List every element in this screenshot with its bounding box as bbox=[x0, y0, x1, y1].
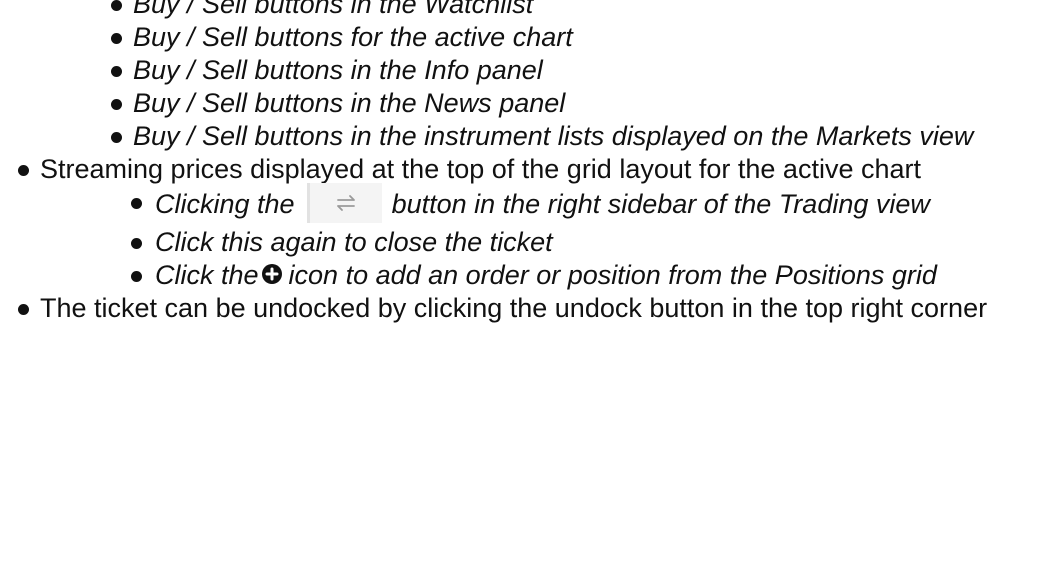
list-item-streaming: Streaming prices displayed at the top of… bbox=[18, 153, 1038, 186]
list-item-text-before: Click the bbox=[155, 260, 259, 290]
list-item-text-after: button in the right sidebar of the Tradi… bbox=[391, 189, 930, 220]
list-item: Click this again to close the ticket bbox=[131, 226, 1038, 259]
list-item-text-before: Clicking the bbox=[155, 189, 295, 220]
list-item-text: Buy / Sell buttons in the instrument lis… bbox=[133, 121, 974, 151]
swap-arrows-button[interactable] bbox=[306, 183, 382, 223]
list-item-text: The ticket can be undocked by clicking t… bbox=[40, 293, 988, 323]
list-item: Buy / Sell buttons in the instrument lis… bbox=[111, 120, 1038, 153]
list-item-text-after: icon to add an order or position from th… bbox=[288, 260, 937, 290]
list-item: Buy / Sell buttons in the Watchlist bbox=[111, 0, 1038, 21]
main-list-undock: The ticket can be undocked by clicking t… bbox=[0, 292, 1038, 325]
list-item: Click the icon to add an order or positio… bbox=[131, 259, 1038, 292]
list-item-text: Buy / Sell buttons in the Watchlist bbox=[133, 0, 534, 19]
list-item-text: Click this again to close the ticket bbox=[155, 227, 553, 257]
main-list-streaming: Streaming prices displayed at the top of… bbox=[0, 153, 1038, 186]
swap-arrows-icon bbox=[336, 195, 355, 211]
document-body: Buy / Sell buttons in the Watchlist Buy … bbox=[0, 0, 1038, 325]
list-item: Buy / Sell buttons in the News panel bbox=[111, 87, 1038, 120]
sub-list-ticket: Clicking the button in the right sidebar … bbox=[0, 183, 1038, 292]
list-item-undock: The ticket can be undocked by clicking t… bbox=[18, 292, 1038, 325]
list-item: Buy / Sell buttons for the active chart bbox=[111, 21, 1038, 54]
plus-circle-icon[interactable] bbox=[261, 263, 283, 285]
list-item-text: Buy / Sell buttons in the Info panel bbox=[133, 55, 543, 85]
sub-list-buy-sell: Buy / Sell buttons in the Watchlist Buy … bbox=[0, 0, 1038, 153]
list-item-text: Streaming prices displayed at the top of… bbox=[40, 154, 921, 184]
list-item-text: Buy / Sell buttons in the News panel bbox=[133, 88, 566, 118]
list-item: Buy / Sell buttons in the Info panel bbox=[111, 54, 1038, 87]
list-item-text: Buy / Sell buttons for the active chart bbox=[133, 22, 573, 52]
list-item: Clicking the button in the right sidebar … bbox=[131, 183, 1038, 226]
